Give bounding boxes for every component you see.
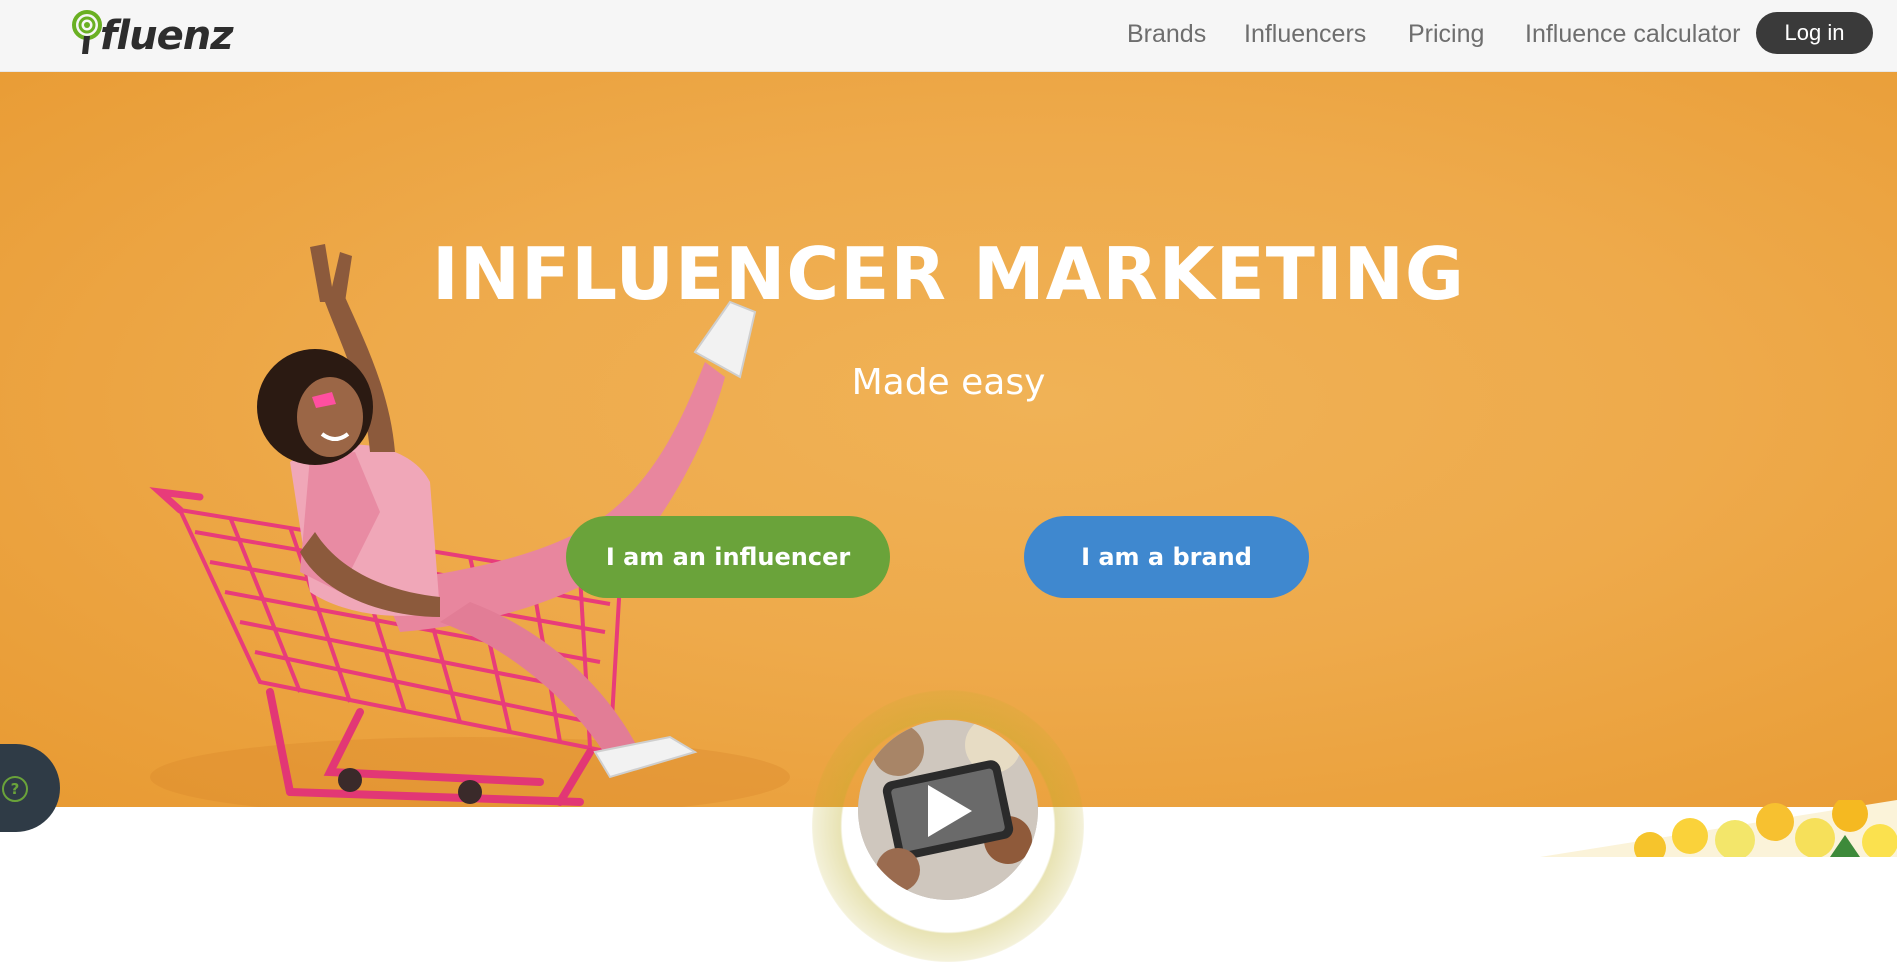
nav-pricing[interactable]: Pricing [1408, 20, 1484, 49]
question-icon[interactable]: ? [2, 776, 28, 802]
i-am-influencer-button[interactable]: I am an influencer [566, 516, 890, 598]
play-icon[interactable] [928, 785, 972, 837]
logo-pin-icon [70, 10, 104, 56]
i-am-brand-button[interactable]: I am a brand [1024, 516, 1309, 598]
fluenz-logo[interactable]: fluenz [70, 10, 233, 59]
logo-wordmark: fluenz [100, 13, 233, 59]
hero-subtitle: Made easy [851, 362, 1046, 403]
hero-title: INFLUENCER MARKETING [431, 232, 1466, 316]
nav-influence-calculator[interactable]: Influence calculator [1525, 20, 1740, 49]
site-header: fluenz Brands Influencers Pricing Influe… [0, 0, 1897, 72]
lemons-decoration-image [1540, 800, 1897, 857]
nav-brands[interactable]: Brands [1127, 20, 1206, 49]
nav-influencers[interactable]: Influencers [1244, 20, 1366, 49]
login-button[interactable]: Log in [1756, 12, 1873, 54]
